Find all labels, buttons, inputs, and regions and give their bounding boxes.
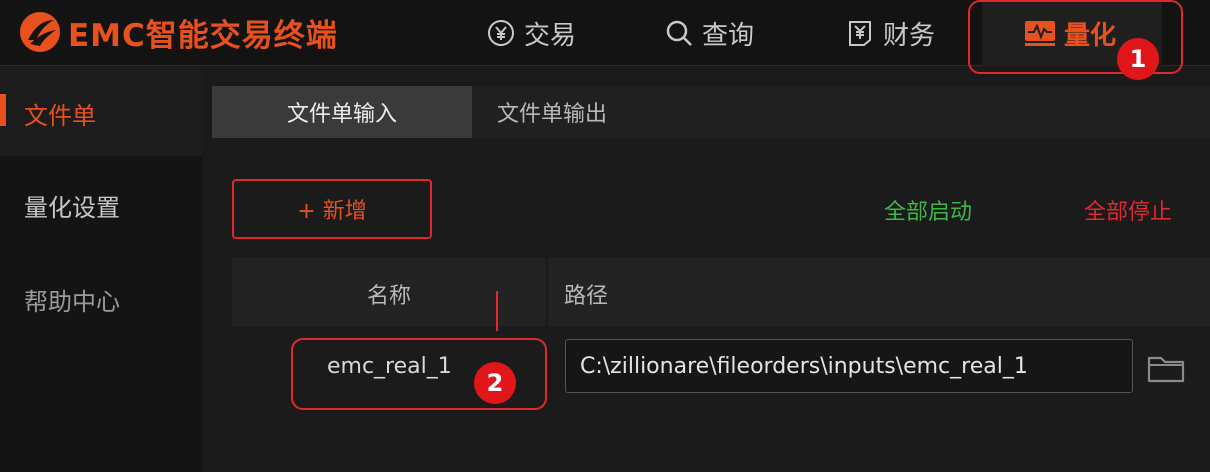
add-button[interactable]: + 新增 (232, 179, 432, 239)
sidebar-item-file-orders[interactable]: 文件单 (24, 96, 96, 131)
nav-finance-label: 财务 (883, 20, 936, 51)
column-header-path: 路径 (564, 284, 609, 309)
table-header-divider (546, 258, 548, 326)
nav-trade[interactable]: 交易 (486, 0, 576, 66)
nav-query-label: 查询 (702, 20, 755, 51)
stop-all-button[interactable]: 全部停止 (1084, 194, 1172, 226)
annotation-badge-1: 1 (1117, 38, 1159, 80)
tab-file-order-input[interactable]: 文件单输入 (212, 86, 472, 138)
start-all-button[interactable]: 全部启动 (884, 194, 972, 226)
sub-tab-bar: 文件单输入 文件单输出 (212, 86, 1210, 138)
nav-trade-label: 交易 (524, 20, 577, 51)
sidebar: 文件单 量化设置 帮助中心 (0, 66, 202, 472)
annotation-leader-line (496, 291, 498, 331)
sidebar-item-help-center[interactable]: 帮助中心 (24, 282, 120, 317)
yen-circle-icon (488, 20, 514, 46)
column-header-name: 名称 (367, 284, 412, 309)
tab-file-order-output[interactable]: 文件单输出 (472, 86, 632, 138)
sidebar-active-indicator (0, 94, 6, 126)
finance-doc-icon (849, 21, 871, 46)
path-input[interactable] (565, 339, 1133, 393)
nav-query[interactable]: 查询 (664, 0, 754, 66)
nav-finance[interactable]: 财务 (845, 0, 935, 66)
app-title: EMC智能交易终端 (68, 17, 338, 54)
folder-icon[interactable] (1146, 350, 1186, 386)
annotation-badge-2: 2 (474, 362, 516, 404)
logo-icon (20, 12, 60, 52)
sidebar-item-quant-settings[interactable]: 量化设置 (24, 188, 120, 223)
app-logo: EMC智能交易终端 (18, 10, 338, 54)
search-icon (666, 20, 692, 46)
